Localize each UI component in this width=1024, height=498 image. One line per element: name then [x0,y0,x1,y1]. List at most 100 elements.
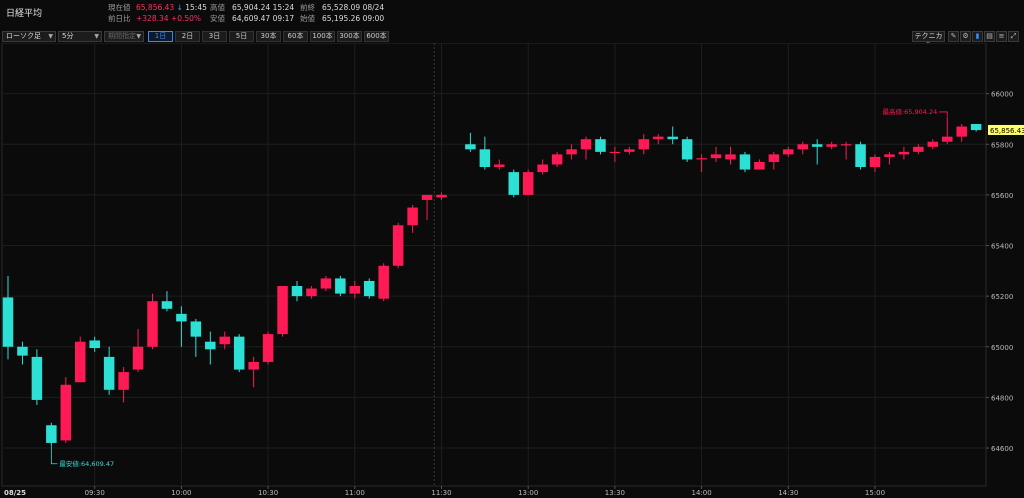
candle-body [739,154,751,170]
period-button-4[interactable]: 30本 [256,31,281,42]
y-tick-label: 64800 [991,394,1013,402]
current-price-label: 65,856.43 [990,127,1024,135]
period-range-select[interactable]: 期間指定 ▼ [104,31,144,42]
period-button-7[interactable]: 300本 [337,31,362,42]
high-time: 15:24 [272,3,295,12]
period-button-1[interactable]: 2日 [175,31,200,42]
candle-body [551,154,563,165]
y-tick-label: 65600 [991,192,1013,200]
chart-style-icon[interactable]: ▤ [984,31,995,42]
candle-body [624,149,635,152]
down-arrow-icon: ↓ [176,3,183,12]
candle-body [219,336,230,345]
chart-type-select[interactable]: ローソク足 ▼ [2,31,56,42]
candle-body [638,139,650,150]
candle-body [335,278,346,294]
candle-body [147,301,158,347]
period-button-0[interactable]: 1日 [148,31,173,42]
x-tick-label: 15:00 [865,489,885,497]
candle-body [970,124,982,131]
high-annotation: 最高値:65,904.24 [882,107,937,116]
prev-close-label: 前終 [300,3,315,12]
candle-body [783,149,794,155]
x-tick-label: 11:30 [431,489,451,497]
high-value: 65,904.24 [232,3,271,12]
y-tick-label: 66000 [991,91,1013,99]
candle-body [392,225,404,266]
candle-body [840,144,852,146]
high-label: 高値 [210,3,225,12]
x-tick-label: 10:00 [171,489,191,497]
period-button-8[interactable]: 600本 [364,31,389,42]
open-time: 09:00 [362,14,385,23]
candle-body [942,136,953,142]
candle-body [103,356,115,390]
x-tick-label: 13:00 [518,489,538,497]
x-tick-label: 10:30 [258,489,278,497]
quote-header: 日経平均 現在値 65,856.43 ↓ 15:45 前日比 +328.34 +0.… [0,0,1024,30]
candle-body [132,346,144,370]
y-tick-label: 65200 [991,293,1013,301]
candle-body [176,313,187,322]
candle-body [89,340,100,349]
chevron-down-icon: ▼ [94,33,99,40]
candle-body [653,136,664,140]
candle-body [2,297,14,347]
candle-body [595,139,606,152]
candle-body [349,286,361,294]
candle-body [306,288,317,297]
candle-body [46,425,57,443]
candle-body [710,154,722,159]
prev-close-value: 65,528.09 [322,3,361,12]
pencil-icon[interactable]: ✎ [948,31,959,42]
low-annotation: 最安値:64,609.47 [59,459,114,468]
period-button-3[interactable]: 5日 [229,31,254,42]
candle-body [436,194,447,198]
candle-body [696,158,707,160]
open-label: 始値 [300,14,315,23]
candle-body [118,372,129,390]
date-label: 08/25 [4,489,26,497]
candle-body [75,341,86,383]
period-button-2[interactable]: 3日 [202,31,227,42]
candle-body [826,144,837,147]
expand-icon[interactable]: ⤢ [1008,31,1019,42]
candle-body [580,139,592,150]
candle-body [754,161,765,170]
candlestick-chart: 64600 64800 65000 65200 65400 65600 65800 66000… [0,42,1024,498]
candle-body [811,144,823,147]
prev-close-date: 08/24 [362,3,385,12]
technical-button[interactable]: テクニカル [912,31,945,49]
x-tick-label: 11:00 [345,489,365,497]
candle-body [869,156,881,168]
candle-body [378,265,389,299]
candle-body [667,136,678,140]
y-tick-label: 64600 [991,445,1013,453]
candle-body [768,154,780,162]
period-button-5[interactable]: 60本 [283,31,308,42]
candle-body [161,301,173,309]
candle-body [855,144,866,168]
candle-body [291,286,303,297]
interval-select[interactable]: 5分 ▼ [58,31,102,42]
low-time: 09:17 [272,14,295,23]
gear-icon[interactable]: ⚙ [960,31,971,42]
settings-icon[interactable]: ≡ [996,31,1007,42]
candle-body [508,172,519,195]
current-price-time: 15:45 [185,3,207,12]
candle-body [233,336,245,370]
candle-body [884,154,895,157]
open-value: 65,195.26 [322,14,361,23]
candle-body [522,172,534,195]
y-tick-label: 65800 [991,141,1013,149]
candle-body [913,146,924,152]
current-price-value: 65,856.43 [136,3,175,12]
chart-icon[interactable]: ▮ [972,31,983,42]
quote-col-prev-open: 前終 65,528.09 08/24 始値 65,195.26 09:00 [300,2,384,24]
period-button-6[interactable]: 100本 [310,31,335,42]
candle-body [465,144,476,150]
candle-body [494,164,505,168]
change-value: +328.34 [136,14,169,23]
candle-body [725,154,736,160]
y-tick-label: 65000 [991,344,1013,352]
